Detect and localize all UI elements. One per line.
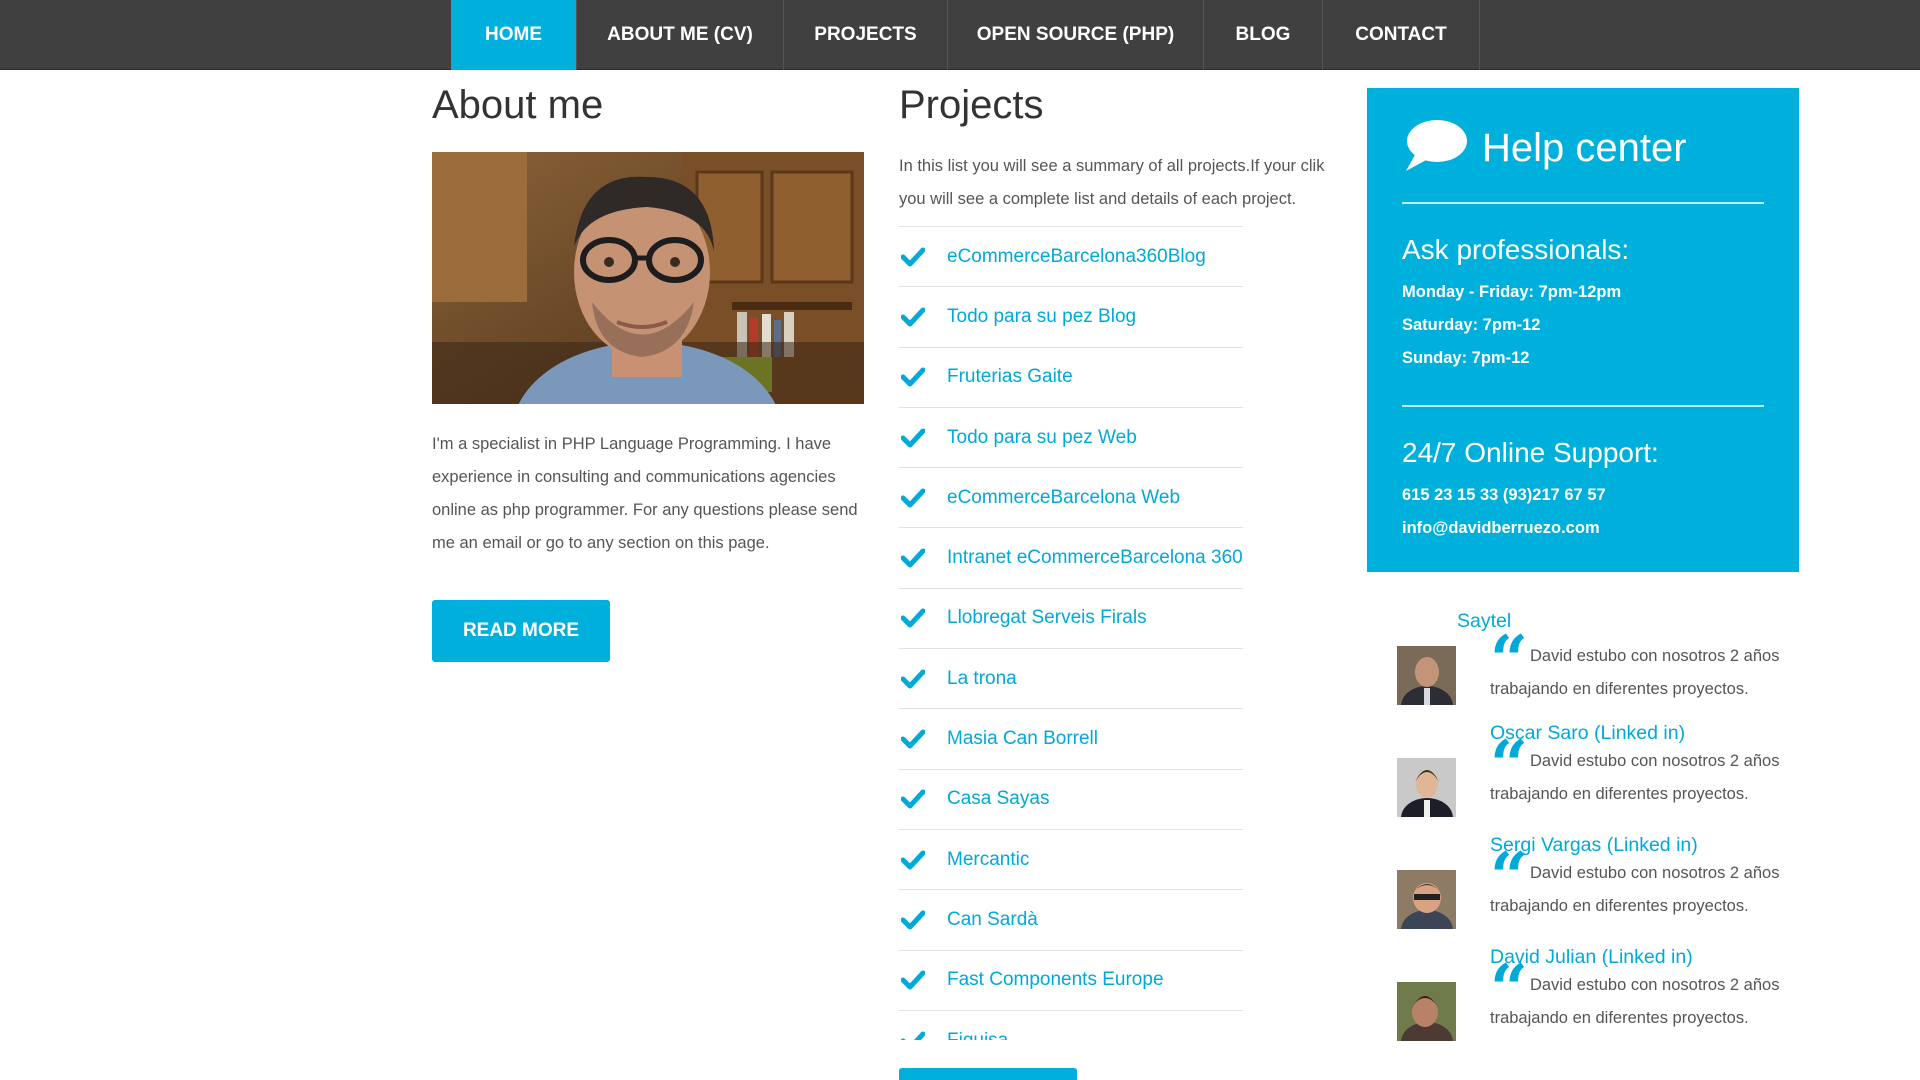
hours-saturday: Saturday: 7pm-12 [1402,316,1541,334]
project-link[interactable]: Intranet eCommerceBarcelona 360 [947,547,1243,569]
help-header: Help center [1402,118,1764,178]
checkmark-icon [899,789,947,809]
projects-title: Projects [899,83,1044,127]
project-list: eCommerceBarcelona360Blog Todo para su p… [899,226,1243,1040]
project-link[interactable]: Fiquisa [947,1030,1008,1041]
profile-photo-image [432,152,864,404]
list-item[interactable]: Fast Components Europe [899,949,1243,1010]
testimonial-text: David estubo con nosotros 2 años trabaja… [1490,752,1780,803]
testimonial: Oscar Saro (Linked in) “David estubo con… [1367,722,1799,834]
testimonial-body: David Julian (Linked in) “David estubo c… [1490,946,1800,1035]
project-link[interactable]: La trona [947,668,1017,690]
projects-more-button[interactable] [899,1068,1077,1080]
checkmark-icon [899,428,947,448]
list-item[interactable]: Can Sardà [899,889,1243,949]
project-link[interactable]: Masia Can Borrell [947,728,1098,750]
nav-blog[interactable]: BLOG [1204,0,1323,70]
support-phone: 615 23 15 33 (93)217 67 57 [1402,486,1606,504]
project-link[interactable]: Mercantic [947,849,1029,871]
nav-about-cv[interactable]: ABOUT ME (CV) [577,0,784,70]
list-item[interactable]: Mercantic [899,828,1243,889]
project-link[interactable]: Todo para su pez Web [947,427,1137,449]
read-more-button[interactable]: READ MORE [432,600,610,662]
testimonial-quote: “David estubo con nosotros 2 años trabaj… [1490,627,1800,706]
online-support-heading: 24/7 Online Support: [1402,437,1659,468]
testimonial-body: Oscar Saro (Linked in) “David estubo con… [1490,722,1800,811]
list-item[interactable]: eCommerceBarcelona360Blog [899,226,1243,286]
project-link[interactable]: eCommerceBarcelona Web [947,487,1180,509]
project-link[interactable]: Can Sardà [947,909,1038,931]
support-email[interactable]: info@davidberruezo.com [1402,512,1764,545]
nav-contact[interactable]: CONTACT [1323,0,1480,70]
checkmark-icon [899,247,947,267]
avatar [1397,646,1456,705]
speech-bubble-icon [1402,117,1468,180]
projects-intro: In this list you will see a summary of a… [899,157,1325,208]
project-link[interactable]: Casa Sayas [947,788,1049,810]
about-title: About me [432,83,604,127]
checkmark-icon [899,548,947,568]
list-item[interactable]: eCommerceBarcelona Web [899,467,1243,527]
checkmark-icon [899,608,947,628]
testimonial-author-link[interactable]: Sergi Vargas (Linked in) [1490,834,1800,857]
checkmark-icon [899,850,947,870]
list-item[interactable]: La trona [899,648,1243,708]
testimonial-quote: “David estubo con nosotros 2 años trabaj… [1490,956,1800,1035]
avatar [1397,982,1456,1041]
top-navbar: HOME ABOUT ME (CV) PROJECTS OPEN SOURCE … [0,0,1920,70]
list-item[interactable]: Llobregat Serveis Firals [899,587,1243,648]
checkmark-icon [899,729,947,749]
nav-home[interactable]: HOME [451,0,577,70]
testimonial-quote: “David estubo con nosotros 2 años trabaj… [1490,732,1800,811]
testimonials: Saytel “David estubo con nosotros 2 años… [1367,610,1799,1058]
project-link[interactable]: Fruterias Gaite [947,366,1073,388]
list-item[interactable]: Masia Can Borrell [899,708,1243,768]
divider [1402,202,1764,204]
checkmark-icon [899,307,947,327]
checkmark-icon [899,488,947,508]
testimonial: Saytel “David estubo con nosotros 2 años… [1367,610,1799,722]
testimonial-author-link[interactable]: Oscar Saro (Linked in) [1490,722,1800,745]
list-item[interactable]: Todo para su pez Blog [899,286,1243,346]
testimonial-quote-wrap: “David estubo con nosotros 2 años trabaj… [1490,627,1800,706]
testimonial-text: David estubo con nosotros 2 años trabaja… [1490,864,1780,915]
main-nav: HOME ABOUT ME (CV) PROJECTS OPEN SOURCE … [451,0,1480,70]
about-section: About me I'm a specialist in PHP Languag… [432,70,864,662]
checkmark-icon [899,1031,947,1040]
sidebar: Help center Ask professionals: Monday - … [1367,88,1799,1058]
nav-open-source[interactable]: OPEN SOURCE (PHP) [948,0,1204,70]
project-link[interactable]: Fast Components Europe [947,969,1164,991]
checkmark-icon [899,669,947,689]
testimonial: Sergi Vargas (Linked in) “David estubo c… [1367,834,1799,946]
testimonial-text: David estubo con nosotros 2 años trabaja… [1490,976,1780,1027]
project-link[interactable]: Todo para su pez Blog [947,306,1136,328]
profile-photo [432,152,864,404]
avatar [1397,870,1456,929]
list-item[interactable]: Intranet eCommerceBarcelona 360 [899,527,1243,587]
list-item[interactable]: Fiquisa [899,1009,1243,1041]
project-link[interactable]: eCommerceBarcelona360Blog [947,246,1206,268]
testimonial: David Julian (Linked in) “David estubo c… [1367,946,1799,1058]
help-center-box: Help center Ask professionals: Monday - … [1367,88,1799,572]
avatar [1397,758,1456,817]
ask-professionals-heading: Ask professionals: [1402,234,1630,265]
nav-projects[interactable]: PROJECTS [784,0,948,70]
testimonial-quote: “David estubo con nosotros 2 años trabaj… [1490,844,1800,923]
divider [1402,405,1764,407]
hours-weekday: Monday - Friday: 7pm-12pm [1402,283,1622,301]
about-text: I'm a specialist in PHP Language Program… [432,435,858,552]
testimonial-author-link[interactable]: David Julian (Linked in) [1490,946,1800,969]
testimonial-body: Sergi Vargas (Linked in) “David estubo c… [1490,834,1800,923]
testimonial-text: David estubo con nosotros 2 años trabaja… [1490,647,1780,698]
help-title: Help center [1482,125,1687,170]
checkmark-icon [899,367,947,387]
checkmark-icon [899,910,947,930]
checkmark-icon [899,970,947,990]
project-link[interactable]: Llobregat Serveis Firals [947,607,1147,629]
projects-section: Projects In this list you will see a sum… [899,70,1339,1040]
list-item[interactable]: Casa Sayas [899,768,1243,829]
list-item[interactable]: Todo para su pez Web [899,406,1243,467]
list-item[interactable]: Fruterias Gaite [899,346,1243,407]
hours-sunday: Sunday: 7pm-12 [1402,349,1530,367]
